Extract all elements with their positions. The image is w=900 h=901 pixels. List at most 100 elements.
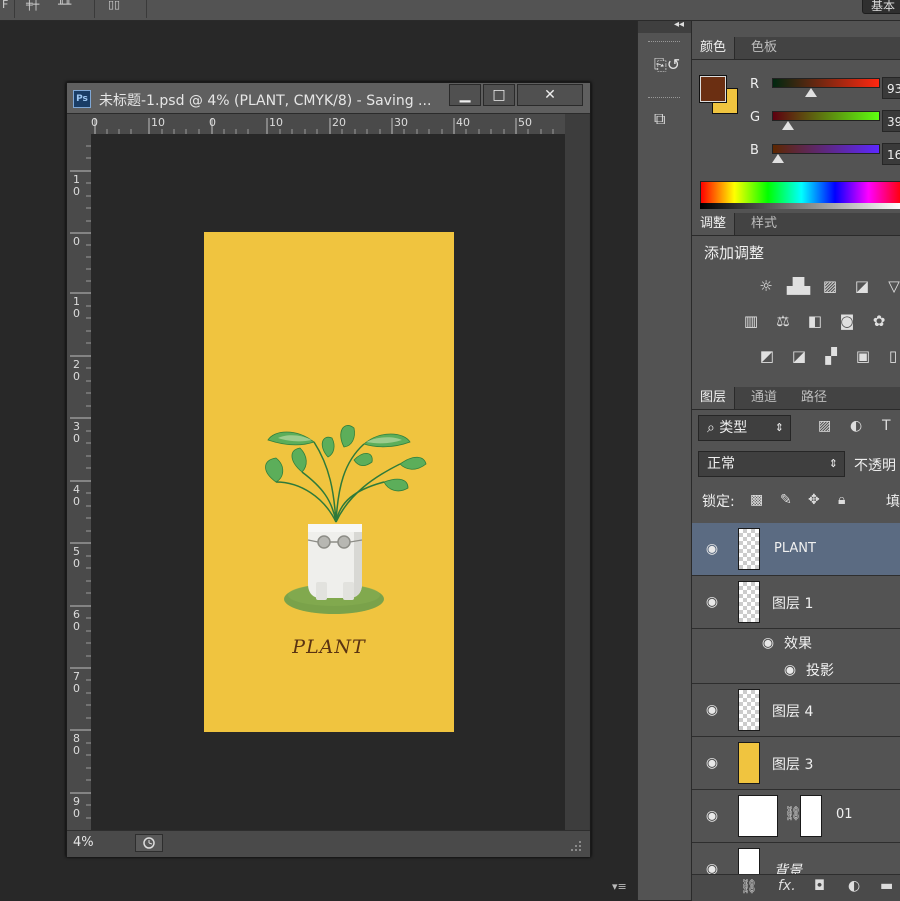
status-menu-button[interactable] — [135, 834, 163, 852]
adjustment-filter-icon[interactable]: ◐ — [850, 418, 862, 434]
visibility-eye-icon[interactable]: ◉ — [704, 594, 720, 610]
document-title-bar[interactable]: Ps 未标题-1.psd @ 4% (PLANT, CMYK/8) - Savi… — [67, 83, 590, 114]
visibility-eye-icon[interactable]: ◉ — [704, 541, 720, 557]
tab-color[interactable]: 颜色 — [692, 37, 736, 59]
layer-row-layer-3[interactable]: ◉ 图层 3 — [692, 737, 900, 790]
blend-mode-value: 正常 — [707, 456, 735, 472]
levels-icon[interactable]: ▟▙ — [787, 277, 810, 295]
vertical-ruler[interactable]: 10 0 10 20 30 40 50 60 70 80 90 — [67, 134, 92, 830]
g-value-field[interactable]: 39 — [882, 110, 900, 132]
type-filter-icon[interactable]: T — [882, 418, 891, 434]
invert-icon[interactable]: ◩ — [756, 347, 778, 365]
g-slider-thumb[interactable] — [781, 121, 794, 130]
add-mask-icon[interactable]: ◘ — [814, 878, 825, 894]
layer-filter-dropdown[interactable]: ⌕ 类型 ⇕ — [698, 415, 791, 441]
g-slider[interactable] — [772, 111, 880, 121]
layer-name[interactable]: 图层 4 — [772, 701, 813, 721]
r-slider[interactable] — [772, 78, 880, 88]
visibility-eye-icon[interactable]: ◉ — [704, 808, 720, 824]
ruler-origin[interactable] — [67, 114, 91, 135]
new-adjustment-icon[interactable]: ◐ — [848, 878, 860, 894]
black-white-icon[interactable]: ◧ — [804, 312, 826, 330]
tab-swatches[interactable]: 色板 — [743, 37, 785, 59]
brightness-icon[interactable]: ☼ — [755, 277, 777, 295]
b-slider-thumb[interactable] — [772, 154, 785, 163]
tool-option-icon[interactable]: F — [2, 0, 8, 14]
workspace-button[interactable]: 基本 — [862, 0, 900, 14]
ruler-label: 0 — [209, 116, 216, 129]
hue-saturation-icon[interactable]: ▥ — [740, 312, 762, 330]
align-icon[interactable]: ╪┼ — [26, 0, 39, 14]
minimize-button[interactable]: ▁ — [449, 84, 481, 106]
b-value-field[interactable]: 16 — [882, 143, 900, 165]
photo-filter-icon[interactable]: ◙ — [836, 312, 858, 330]
visibility-eye-icon[interactable]: ◉ — [760, 635, 776, 651]
selective-color-icon[interactable]: ▯ — [882, 347, 900, 365]
blend-mode-dropdown[interactable]: 正常 ⇕ — [698, 451, 845, 477]
close-button[interactable]: ✕ — [517, 84, 583, 106]
vibrance-icon[interactable]: ▽ — [883, 277, 900, 295]
collapse-arrow-icon[interactable]: ◂◂ — [674, 19, 684, 30]
layer-row-layer-1[interactable]: ◉ 图层 1 — [692, 576, 900, 629]
foreground-color-swatch[interactable] — [699, 75, 727, 103]
maximize-button[interactable]: □ — [483, 84, 515, 106]
arrange-icon[interactable]: ▯▯ — [108, 0, 120, 14]
channel-mixer-icon[interactable]: ✿ — [868, 312, 890, 330]
panels-dock: 颜色 色板 R 93 G 39 B 16 调整 样式 添加调整 ☼ ▟▙ ▨ ◪… — [691, 21, 900, 901]
drop-shadow-row[interactable]: ◉ 投影 — [692, 657, 900, 684]
ruler-label: 20 — [332, 116, 346, 129]
ruler-label: 50 — [518, 116, 532, 129]
separator — [94, 0, 95, 18]
history-icon[interactable]: ⎘↺ — [654, 55, 680, 77]
distribute-icon[interactable]: ╨╨ — [58, 0, 71, 14]
layer-row-01[interactable]: ◉ ⛓︎ 01 — [692, 790, 900, 843]
new-group-folder-icon[interactable]: ▬ — [880, 878, 893, 894]
link-layers-icon[interactable]: ⛓︎ — [740, 879, 758, 895]
image-filter-icon[interactable]: ▨ — [818, 418, 831, 434]
zoom-level[interactable]: 4% — [73, 835, 94, 850]
layer-row-plant[interactable]: ◉ PLANT — [692, 523, 900, 576]
effects-label[interactable]: 效果 — [784, 633, 812, 653]
panel-menu-icon[interactable]: ▾≡ — [612, 880, 627, 893]
layer-name[interactable]: PLANT — [774, 541, 816, 556]
visibility-eye-icon[interactable]: ◉ — [782, 662, 798, 678]
lock-paint-icon[interactable]: ✎ — [780, 492, 792, 508]
layer-name[interactable]: 图层 1 — [772, 593, 813, 613]
vertical-scrollbar[interactable] — [565, 114, 589, 830]
exposure-icon[interactable]: ◪ — [851, 277, 873, 295]
color-balance-icon[interactable]: ⚖ — [772, 312, 794, 330]
layer-name[interactable]: 01 — [836, 807, 853, 822]
r-value-field[interactable]: 93 — [882, 77, 900, 99]
fx-icon[interactable]: fx. — [778, 878, 796, 894]
posterize-icon[interactable]: ◪ — [788, 347, 810, 365]
tab-layers[interactable]: 图层 — [692, 387, 736, 409]
layer-effects-row[interactable]: ◉ 效果 — [692, 629, 900, 657]
layer-name[interactable]: 图层 3 — [772, 754, 813, 774]
resize-grip-icon[interactable] — [567, 837, 583, 853]
grayscale-bar[interactable] — [700, 203, 900, 209]
3d-icon[interactable]: ⧉ — [654, 109, 676, 131]
tab-adjustments[interactable]: 调整 — [692, 213, 736, 235]
curves-icon[interactable]: ▨ — [819, 277, 841, 295]
ruler-label: 10 — [269, 116, 283, 129]
lock-transparent-icon[interactable]: ▩ — [750, 492, 763, 508]
visibility-eye-icon[interactable]: ◉ — [704, 755, 720, 771]
color-spectrum-bar[interactable] — [700, 181, 900, 205]
b-slider[interactable] — [772, 144, 880, 154]
tab-styles[interactable]: 样式 — [743, 213, 785, 235]
lock-all-icon[interactable]: 🔒︎ — [838, 492, 845, 508]
tab-channels[interactable]: 通道 — [743, 387, 785, 409]
artboard[interactable]: PLANT — [204, 232, 454, 732]
horizontal-ruler[interactable]: 0 10 0 10 20 30 40 50 — [90, 114, 565, 135]
collapse-bar[interactable]: ◂◂ — [638, 19, 691, 33]
gradient-map-icon[interactable]: ▣ — [852, 347, 874, 365]
layer-mask-thumbnail[interactable] — [800, 795, 822, 837]
tab-paths[interactable]: 路径 — [793, 387, 835, 409]
threshold-icon[interactable]: ▞ — [820, 347, 842, 365]
layer-filter-label: 类型 — [719, 420, 748, 436]
drop-shadow-label[interactable]: 投影 — [806, 660, 834, 680]
layer-row-layer-4[interactable]: ◉ 图层 4 — [692, 684, 900, 737]
lock-move-icon[interactable]: ✥ — [808, 492, 820, 508]
r-slider-thumb[interactable] — [805, 88, 818, 97]
visibility-eye-icon[interactable]: ◉ — [704, 702, 720, 718]
